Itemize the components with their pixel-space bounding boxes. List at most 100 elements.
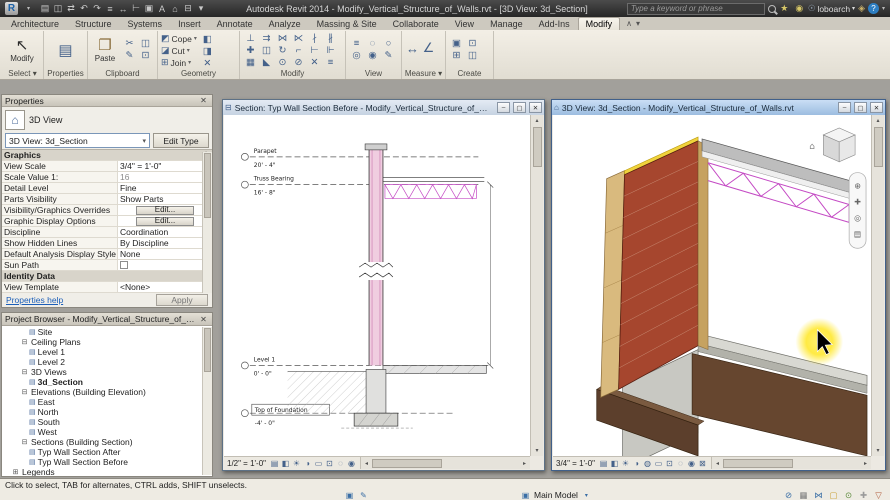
rotate-icon[interactable]: ↻: [275, 44, 290, 56]
crop-view-icon[interactable]: ▭: [313, 458, 324, 469]
panel-label-create[interactable]: Create: [446, 69, 493, 79]
measure-icon[interactable]: ↔: [117, 2, 129, 15]
property-value-graphic-display-options[interactable]: Edit...: [118, 216, 212, 226]
full-navigation-wheel-icon[interactable]: ⊕: [854, 182, 861, 191]
paint-icon[interactable]: ◧: [200, 33, 215, 45]
visual-style-icon[interactable]: ◧: [609, 458, 620, 469]
tree-item-typ-wall-section-before[interactable]: ▤Typ Wall Section Before: [2, 457, 212, 467]
restore-button[interactable]: ▢: [854, 102, 867, 113]
navigation-bar[interactable]: ⊕ ✚ ◎ ▤: [849, 173, 866, 249]
panel-label-properties[interactable]: Properties: [44, 69, 87, 79]
property-value-view-template[interactable]: <None>: [118, 282, 212, 292]
redo-icon[interactable]: ↷: [91, 2, 103, 15]
print-icon[interactable]: ≡: [104, 2, 116, 15]
copy-to-clipboard-icon[interactable]: ◫: [138, 37, 153, 49]
scale-control[interactable]: 3/4" = 1'-0": [556, 459, 595, 468]
trim-extend-corner-icon[interactable]: ⌐: [291, 44, 306, 56]
3d-window-titlebar[interactable]: ⌂ 3D View: 3d_Section - Modify_Vertical_…: [552, 100, 885, 115]
tree-item-west[interactable]: ▤West: [2, 427, 212, 437]
design-options-control[interactable]: ▣ Main Model ▾: [520, 490, 592, 500]
align-icon[interactable]: ⊥: [243, 32, 258, 44]
unpin-icon[interactable]: ⊘: [291, 56, 306, 68]
pin-icon[interactable]: ⊙: [275, 56, 290, 68]
detail-level-icon[interactable]: ▤: [598, 458, 609, 469]
exclude-options-icon[interactable]: ⊘: [783, 490, 794, 500]
modify-tool-button[interactable]: ↖ Modify: [5, 32, 39, 69]
reveal-hidden-elements-icon[interactable]: ◉: [365, 49, 380, 61]
horizontal-scrollbar[interactable]: ◂ ▸: [712, 457, 871, 469]
panel-label-select[interactable]: Select ▾: [2, 69, 43, 79]
close-icon[interactable]: ✕: [198, 315, 209, 324]
isolate-icon[interactable]: ◎: [349, 49, 364, 61]
property-value-visibility-graphics-overrides[interactable]: Edit...: [118, 205, 212, 215]
property-value-discipline[interactable]: Coordination: [118, 227, 212, 237]
offset-icon[interactable]: ⇉: [259, 32, 274, 44]
split-with-gap-icon[interactable]: ∦: [323, 32, 338, 44]
help-icon[interactable]: ?: [868, 3, 879, 14]
tree-item-site[interactable]: ▤Site: [2, 327, 212, 337]
tree-item-elevations-building-elevation[interactable]: ⊟Elevations (Building Elevation): [2, 387, 212, 397]
cut-profile-icon[interactable]: ✎: [381, 49, 396, 61]
vertical-scrollbar[interactable]: ▴ ▾: [871, 115, 884, 456]
drag-elements-on-selection-icon[interactable]: ✚: [858, 490, 869, 500]
thin-lines-icon[interactable]: ≡: [349, 37, 364, 49]
aligned-dimension-icon[interactable]: ⊢: [130, 2, 142, 15]
qat-customize-icon[interactable]: ▾: [195, 2, 207, 15]
detail-level-icon[interactable]: ▤: [269, 458, 280, 469]
mirror-draw-axis-icon[interactable]: ⋉: [291, 32, 306, 44]
split-face-icon[interactable]: ◨: [200, 45, 215, 57]
default-3d-view-icon[interactable]: ⌂: [169, 2, 181, 15]
apply-button[interactable]: Apply: [156, 294, 208, 306]
trim-extend-multiple-icon[interactable]: ⊩: [323, 44, 338, 56]
pan-icon[interactable]: ✚: [854, 198, 861, 207]
application-menu-caret-icon[interactable]: ▾: [21, 3, 36, 15]
expand-icon[interactable]: ⊟: [20, 368, 29, 376]
properties-help-link[interactable]: Properties help: [6, 295, 156, 305]
move-icon[interactable]: ✚: [243, 44, 258, 56]
show-crop-region-icon[interactable]: ⊡: [664, 458, 675, 469]
temporary-hide-isolate-icon[interactable]: ◌: [335, 458, 346, 469]
edit-type-button[interactable]: Edit Type: [153, 133, 209, 148]
sun-path-icon[interactable]: ☀: [620, 458, 631, 469]
viewcube-home-icon[interactable]: ⌂: [809, 142, 815, 152]
properties-scrollbar[interactable]: [202, 152, 212, 293]
minimize-ribbon-icon[interactable]: ∧: [626, 19, 632, 28]
3d-drawing-area[interactable]: ⌂ ⊕ ✚ ◎ ▤: [553, 115, 871, 456]
show-crop-region-icon[interactable]: ⊡: [324, 458, 335, 469]
property-value-parts-visibility[interactable]: Show Parts: [118, 194, 212, 204]
create-group-icon[interactable]: ▣: [449, 37, 464, 49]
tab-view[interactable]: View: [447, 17, 482, 30]
type-selector-combo[interactable]: 3D View: 3d_Section ▾: [5, 133, 150, 148]
infocenter-search-input[interactable]: [627, 3, 765, 15]
reveal-hidden-elements-icon[interactable]: ◉: [346, 458, 357, 469]
scale-icon[interactable]: ◣: [259, 56, 274, 68]
close-button[interactable]: ✕: [529, 102, 542, 113]
split-element-icon[interactable]: ∤: [307, 32, 322, 44]
tree-item-legends[interactable]: ⊞Legends: [2, 467, 212, 476]
close-icon[interactable]: ✕: [198, 96, 209, 105]
tree-item-3d-views[interactable]: ⊟3D Views: [2, 367, 212, 377]
synchronize-icon[interactable]: ⇄: [65, 2, 77, 15]
horizontal-scrollbar[interactable]: ◂ ▸: [361, 457, 530, 469]
tab-collaborate[interactable]: Collaborate: [385, 17, 447, 30]
sign-in-control[interactable]: ☉ loboarch ▾: [808, 3, 855, 14]
tree-item-sections-building-section[interactable]: ⊟Sections (Building Section): [2, 437, 212, 447]
tree-item-east[interactable]: ▤East: [2, 397, 212, 407]
property-value-sun-path[interactable]: [118, 260, 212, 270]
close-button[interactable]: ✕: [870, 102, 883, 113]
render-icon[interactable]: ◍: [642, 458, 653, 469]
panel-label-view[interactable]: View: [346, 69, 401, 79]
tag-by-category-icon[interactable]: ▣: [143, 2, 155, 15]
demolish-icon[interactable]: ✕: [200, 57, 215, 69]
help-caret-icon[interactable]: ▾: [882, 5, 885, 12]
join-button[interactable]: ⊞Join▾: [161, 57, 197, 68]
property-value-detail-level[interactable]: Fine: [118, 183, 212, 193]
section-window-titlebar[interactable]: ⊟ Section: Typ Wall Section Before - Mod…: [223, 100, 544, 115]
project-browser-header[interactable]: Project Browser - Modify_Vertical_Struct…: [2, 313, 212, 326]
paste-options-icon[interactable]: ⊡: [138, 49, 153, 61]
modify-more-icon[interactable]: ≡: [323, 56, 338, 68]
tab-structure[interactable]: Structure: [67, 17, 120, 30]
edit-button[interactable]: Edit...: [136, 217, 194, 226]
panel-label-modify[interactable]: Modify: [240, 69, 345, 79]
cope-button[interactable]: ◩Cope▾: [161, 33, 197, 44]
